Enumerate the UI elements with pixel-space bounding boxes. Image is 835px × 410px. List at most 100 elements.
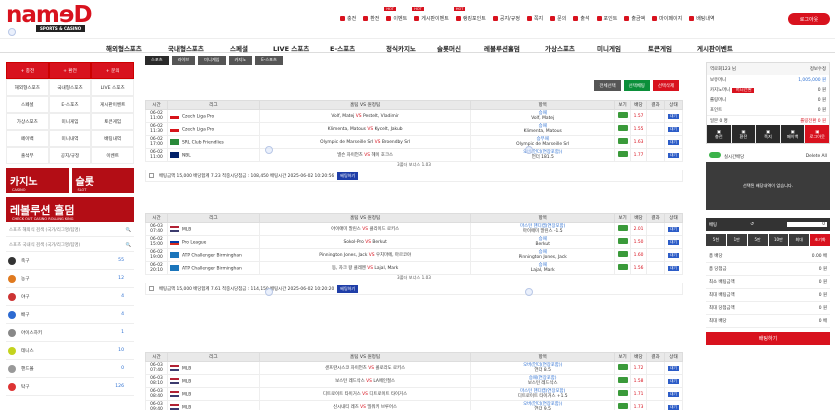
quick-btn[interactable]: ▣ 환전 xyxy=(731,125,756,143)
sport-item[interactable]: 농구 12 xyxy=(6,270,134,288)
eye-icon[interactable] xyxy=(617,364,628,370)
eye-icon[interactable] xyxy=(617,125,628,131)
select-checkbox[interactable] xyxy=(149,286,154,291)
main-nav-10[interactable]: 토큰게임 xyxy=(648,43,672,53)
eye-icon[interactable] xyxy=(617,377,628,383)
site-logo[interactable]: namɘD SPORTS & CASINO xyxy=(6,2,124,33)
match-cell[interactable]: 아이애미 말린스 VS 클리이드 로키스 xyxy=(258,222,472,236)
main-nav-11[interactable]: 게시판이벤트 xyxy=(697,43,733,53)
topnav-item[interactable]: 쪽지 xyxy=(526,15,543,22)
bet-button[interactable]: 베팅하기 xyxy=(337,171,359,180)
match-cell[interactable]: Olympic de Marseille Srl VS Broendby Srl xyxy=(258,135,472,149)
eye-icon[interactable] xyxy=(617,151,628,157)
quick-충전[interactable]: + 충전 xyxy=(6,62,49,79)
sidebar-item[interactable]: 게시판이벤트 xyxy=(91,96,134,113)
eye-icon[interactable] xyxy=(617,112,628,118)
sidebar-item[interactable]: 이벤트 xyxy=(91,147,134,164)
select-button[interactable]: 선택베팅 xyxy=(623,80,650,91)
sidebar-item[interactable]: 가상스포츠 xyxy=(6,113,49,130)
quick-btn[interactable]: ▣ 충전 xyxy=(707,125,731,143)
quick-btn[interactable]: ▣ 로그아웃 xyxy=(805,125,829,143)
topnav-item[interactable]: 배팅내역 xyxy=(689,15,715,22)
match-cell[interactable]: 넬슨 자이언츠 VS 헤이 호크스 xyxy=(258,148,472,162)
amount-btn[interactable]: 10만 xyxy=(768,234,789,246)
main-nav-9[interactable]: 미니게임 xyxy=(597,43,621,53)
amount-btn[interactable]: 초기화 xyxy=(810,234,830,246)
sidebar-item[interactable]: 페이백 xyxy=(6,130,49,147)
quick-환전[interactable]: + 환전 xyxy=(48,62,92,79)
sidebar-item[interactable]: E-스포츠 xyxy=(48,96,92,113)
realtime-toggle[interactable]: 실시간배당 xyxy=(709,152,744,160)
topnav-item[interactable]: 공지/규정 xyxy=(492,15,520,22)
eye-icon[interactable] xyxy=(617,390,628,396)
amount-btn[interactable]: 5만 xyxy=(747,234,768,246)
rolling-convert[interactable]: 롤링전환 0 원 xyxy=(800,118,826,124)
sport-item[interactable]: 탁구 126 xyxy=(6,378,134,396)
eye-icon[interactable] xyxy=(617,264,628,270)
casino-banner[interactable]: 카지노 CASINO xyxy=(6,168,69,193)
eye-icon[interactable] xyxy=(617,138,628,144)
amount-btn[interactable]: 최대 xyxy=(789,234,810,246)
quick-문의[interactable]: + 문의 xyxy=(91,62,134,79)
main-nav-5[interactable]: 정식카지노 xyxy=(386,43,416,53)
profile-link[interactable]: 정보수정 xyxy=(810,66,826,72)
match-cell[interactable]: 디트로이트 타이거스 VS 디트로이트 타이거스 xyxy=(258,387,472,401)
main-nav-3[interactable]: LIVE 스포츠 xyxy=(273,43,309,53)
sport-item[interactable]: 핸드볼 0 xyxy=(6,360,134,378)
topnav-item[interactable]: 충전 xyxy=(340,15,356,22)
main-nav-8[interactable]: 가상스포츠 xyxy=(545,43,575,53)
money-tag[interactable]: 머니전환 xyxy=(732,88,754,93)
topnav-item[interactable]: HOT 게시판이벤트 xyxy=(412,7,449,22)
eye-icon[interactable] xyxy=(617,225,628,231)
holdem-banner[interactable]: 레볼루션 홀덤 CHECK OUT CASINO ROLLING KING xyxy=(6,197,134,222)
tab-2[interactable]: 미니게임 xyxy=(198,56,226,65)
match-cell[interactable]: Pinnington Jones, Jack VS 우치마에, 마르코야 xyxy=(258,248,472,262)
sport-item[interactable]: 아이스하키 1 xyxy=(6,324,134,342)
topnav-item[interactable]: 출석 xyxy=(573,15,590,22)
select-checkbox[interactable] xyxy=(149,173,154,178)
sidebar-item[interactable]: 배팅내역 xyxy=(91,130,134,147)
slot-banner[interactable]: 슬롯 SLOT xyxy=(71,168,134,193)
topnav-item[interactable]: 포인트 xyxy=(596,15,617,22)
bet-button[interactable]: 베팅하기 xyxy=(337,284,359,293)
search-icon[interactable]: 🔍 xyxy=(126,243,131,248)
select-button[interactable]: 선택삭제 xyxy=(652,80,679,91)
search-domestic[interactable]: 스포츠 국내식 검색 (국가/리그명/팀명) 🔍 xyxy=(6,239,134,252)
match-cell[interactable]: 샌프란시스코 자이언츠 VS 콜로라도 로키스 xyxy=(258,361,472,375)
bet-amount-input[interactable]: 0 xyxy=(787,222,827,227)
main-nav-4[interactable]: E-스포츠 xyxy=(330,43,355,53)
match-cell[interactable]: 보스턴 레드삭스 VS LA에인절스 xyxy=(258,374,472,388)
eye-icon[interactable] xyxy=(617,251,628,257)
topnav-item[interactable]: 문의 xyxy=(550,15,566,22)
sidebar-item[interactable]: 국내형스포츠 xyxy=(48,79,92,96)
match-cell[interactable]: 동, 자크 왕 클레멘 VS Lajal, Mark xyxy=(258,261,472,275)
eye-icon[interactable] xyxy=(617,238,628,244)
main-nav-2[interactable]: 스페셜 xyxy=(230,43,248,53)
sidebar-item[interactable]: LIVE 스포츠 xyxy=(91,79,134,96)
amount-btn[interactable]: 1만 xyxy=(726,234,747,246)
quick-btn[interactable]: ▣ 페이백 xyxy=(780,125,805,143)
topnav-item[interactable]: HOT 이벤트 xyxy=(384,7,407,22)
sidebar-item[interactable]: 미니내역 xyxy=(48,130,92,147)
reset-icon[interactable]: ↺ xyxy=(750,222,754,227)
main-nav-0[interactable]: 해외형스포츠 xyxy=(106,43,142,53)
sidebar-item[interactable]: 해외형스포츠 xyxy=(6,79,49,96)
toggle-icon[interactable] xyxy=(709,152,721,158)
delete-all-button[interactable]: Delete All xyxy=(806,154,827,159)
logout-button[interactable]: 로그아웃 xyxy=(788,13,830,25)
topnav-item[interactable]: 출금액 xyxy=(624,15,645,22)
sidebar-item[interactable]: 공지/규정 xyxy=(48,147,92,164)
quick-btn[interactable]: ▣ 쪽지 xyxy=(756,125,780,143)
tab-4[interactable]: E-스포츠 xyxy=(255,56,283,65)
sport-item[interactable]: 야구 4 xyxy=(6,288,134,306)
match-cell[interactable]: Klimenta, Matous VS Kycelt, Jakub xyxy=(258,122,472,136)
topnav-item[interactable]: 마이페이지 xyxy=(652,15,682,22)
eye-icon[interactable] xyxy=(617,403,628,409)
tab-1[interactable]: 라이브 xyxy=(171,56,196,65)
topnav-item[interactable]: HOT 랭킹포인트 xyxy=(453,7,486,22)
sidebar-item[interactable]: 출석부 xyxy=(6,147,49,164)
match-cell[interactable]: Volf, Matej VS Pestelt, Vladimir xyxy=(258,109,472,123)
topnav-item[interactable]: 환전 xyxy=(363,15,379,22)
sport-item[interactable]: 축구 55 xyxy=(6,252,134,270)
search-icon[interactable]: 🔍 xyxy=(126,228,131,233)
